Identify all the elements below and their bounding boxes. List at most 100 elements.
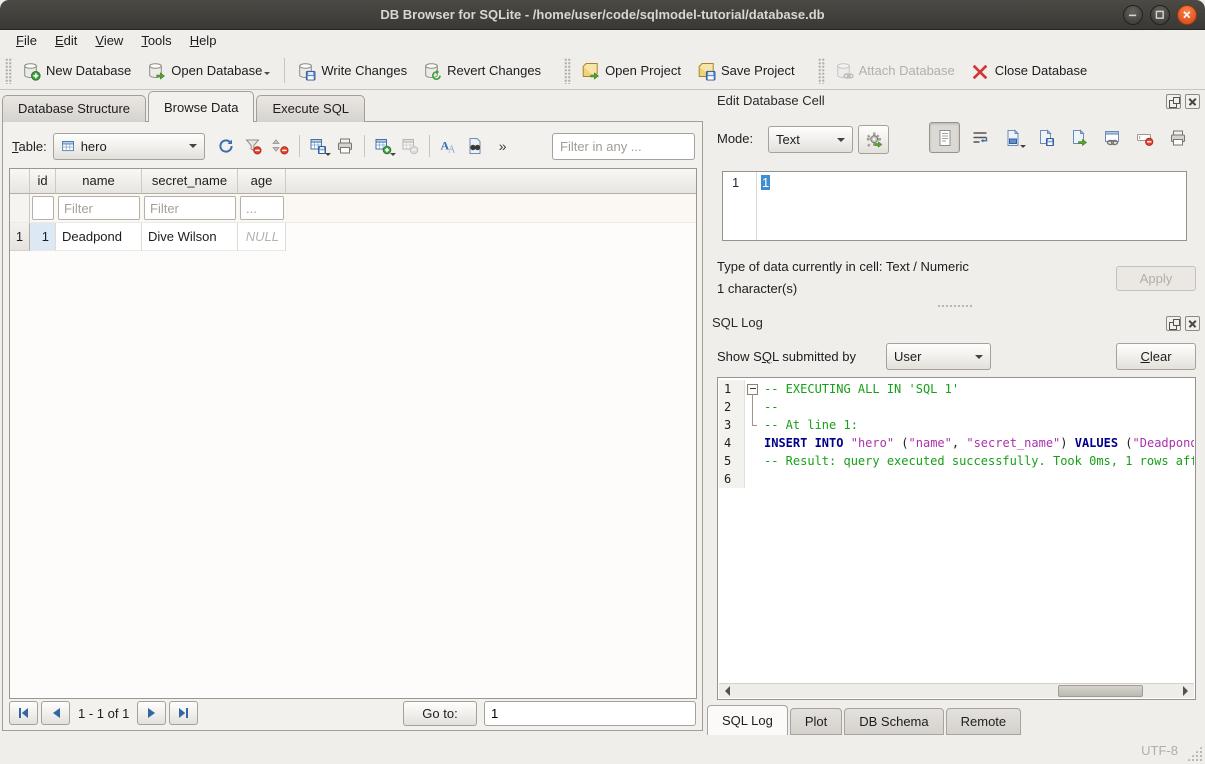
clear-filters-button[interactable]	[240, 133, 267, 160]
set-null-button[interactable]	[1131, 124, 1158, 151]
open-database-button[interactable]: Open Database	[140, 57, 279, 85]
clear-log-button[interactable]: Clear	[1116, 343, 1196, 370]
next-page-button[interactable]	[137, 701, 166, 725]
column-header-filler	[286, 169, 696, 194]
close-button[interactable]	[1177, 5, 1197, 25]
column-header-name[interactable]: name	[56, 169, 142, 194]
goto-button[interactable]: Go to:	[403, 701, 477, 726]
gear-icon	[865, 131, 883, 149]
toolbar-grip[interactable]	[818, 58, 825, 84]
new-database-button[interactable]: New Database	[15, 57, 140, 85]
last-page-button[interactable]	[169, 701, 198, 725]
save-table-button[interactable]	[305, 133, 332, 160]
fold-marker-icon[interactable]	[745, 380, 760, 398]
refresh-icon	[217, 137, 235, 155]
scroll-right-icon[interactable]	[1178, 684, 1194, 698]
minimize-button[interactable]	[1123, 5, 1143, 25]
goto-input[interactable]	[484, 701, 696, 726]
dock-tab-sql-log[interactable]: SQL Log	[707, 705, 788, 735]
filter-input-id[interactable]	[32, 196, 54, 220]
column-header-secret-name[interactable]: secret_name	[142, 169, 238, 194]
word-wrap-button[interactable]	[966, 124, 993, 151]
scroll-left-icon[interactable]	[719, 684, 735, 698]
column-header-age[interactable]: age	[238, 169, 286, 194]
menu-tools[interactable]: Tools	[132, 31, 180, 51]
sql-log-hscrollbar[interactable]	[719, 683, 1194, 698]
filter-input-age[interactable]	[240, 196, 284, 220]
previous-page-button[interactable]	[41, 701, 70, 725]
open-database-dropdown-arrow[interactable]	[264, 72, 270, 78]
tab-execute-sql[interactable]: Execute SQL	[256, 95, 365, 122]
cell-editor[interactable]: 1 1	[722, 171, 1187, 241]
apply-mode-button[interactable]	[858, 125, 889, 154]
resize-grip[interactable]	[1187, 746, 1202, 761]
import-data-dropdown-arrow[interactable]	[1020, 145, 1026, 151]
open-project-button[interactable]: Open Project	[574, 57, 690, 85]
open-in-external-button[interactable]	[1098, 124, 1125, 151]
edit-cell-dock-title: Edit Database Cell	[717, 93, 825, 108]
cell-age[interactable]: NULL	[238, 223, 286, 251]
browse-data-pane: Table: hero	[2, 121, 703, 731]
revert-changes-button[interactable]: Revert Changes	[416, 57, 550, 85]
insert-record-dropdown-arrow[interactable]	[390, 153, 396, 159]
dock-tab-db-schema[interactable]: DB Schema	[844, 708, 943, 735]
tab-database-structure[interactable]: Database Structure	[2, 95, 146, 122]
filter-cell-secret-name	[142, 194, 238, 222]
column-header-id[interactable]: id	[30, 169, 56, 194]
close-database-icon	[970, 61, 990, 81]
cell-editor-selection: 1	[761, 175, 770, 190]
title-bar: DB Browser for SQLite - /home/user/code/…	[0, 0, 1205, 30]
filter-input-name[interactable]	[58, 196, 140, 220]
maximize-button[interactable]	[1150, 5, 1170, 25]
toolbar-grip[interactable]	[564, 58, 571, 84]
insert-record-button[interactable]	[370, 133, 397, 160]
float-icon[interactable]	[1166, 316, 1181, 331]
row-header[interactable]: 1	[10, 223, 30, 251]
edit-display-format-button[interactable]: A A	[435, 133, 462, 160]
browse-toolbar-separator	[364, 135, 365, 157]
tab-browse-data[interactable]: Browse Data	[148, 91, 254, 122]
browse-toolbar-separator	[429, 135, 430, 157]
dock-tab-remote[interactable]: Remote	[946, 708, 1022, 735]
word-wrap-icon	[971, 129, 989, 147]
first-page-button[interactable]	[9, 701, 38, 725]
save-project-button[interactable]: Save Project	[690, 57, 804, 85]
close-icon[interactable]	[1185, 316, 1200, 331]
cell-name[interactable]: Deadpond	[56, 223, 142, 251]
show-sql-select[interactable]: User	[886, 343, 991, 370]
dock-splitter-handle[interactable]	[937, 304, 973, 309]
print-cell-button[interactable]	[1164, 124, 1191, 151]
close-database-button[interactable]: Close Database	[964, 57, 1097, 85]
cell-id[interactable]: 1	[30, 223, 56, 251]
menu-edit[interactable]: Edit	[46, 31, 86, 51]
export-data-button[interactable]	[1032, 124, 1059, 151]
menu-help[interactable]: Help	[181, 31, 226, 51]
write-changes-button[interactable]: Write Changes	[290, 57, 416, 85]
menu-file[interactable]: File	[7, 31, 46, 51]
find-button[interactable]	[462, 133, 489, 160]
clear-sorting-button[interactable]	[267, 133, 294, 160]
menu-view[interactable]: View	[86, 31, 132, 51]
filter-any-input[interactable]	[552, 133, 695, 160]
print-button[interactable]	[332, 133, 359, 160]
save-table-dropdown-arrow[interactable]	[325, 153, 331, 159]
toolbar-grip[interactable]	[5, 58, 12, 84]
scrollbar-thumb[interactable]	[1058, 685, 1142, 697]
float-icon[interactable]	[1166, 94, 1181, 109]
scrollbar-track[interactable]	[735, 684, 1178, 698]
cell-secret-name[interactable]: Dive Wilson	[142, 223, 238, 251]
filter-input-secret-name[interactable]	[144, 196, 236, 220]
text-mode-button[interactable]	[929, 122, 960, 153]
mode-select[interactable]: Text	[768, 126, 853, 153]
refresh-button[interactable]	[213, 133, 240, 160]
save-as-button[interactable]	[1065, 124, 1092, 151]
save-file-icon	[1037, 129, 1055, 147]
grid-corner[interactable]	[10, 169, 30, 194]
dock-tab-plot[interactable]: Plot	[790, 708, 842, 735]
toolbar-overflow-chevron[interactable]: »	[499, 138, 507, 154]
close-icon[interactable]	[1185, 94, 1200, 109]
table-select[interactable]: hero	[53, 133, 205, 160]
sql-log-box[interactable]: 1-- EXECUTING ALL IN 'SQL 1'2--3-- At li…	[717, 377, 1196, 700]
import-data-button[interactable]	[999, 124, 1026, 151]
cell-editor-content[interactable]: 1	[757, 172, 1186, 240]
